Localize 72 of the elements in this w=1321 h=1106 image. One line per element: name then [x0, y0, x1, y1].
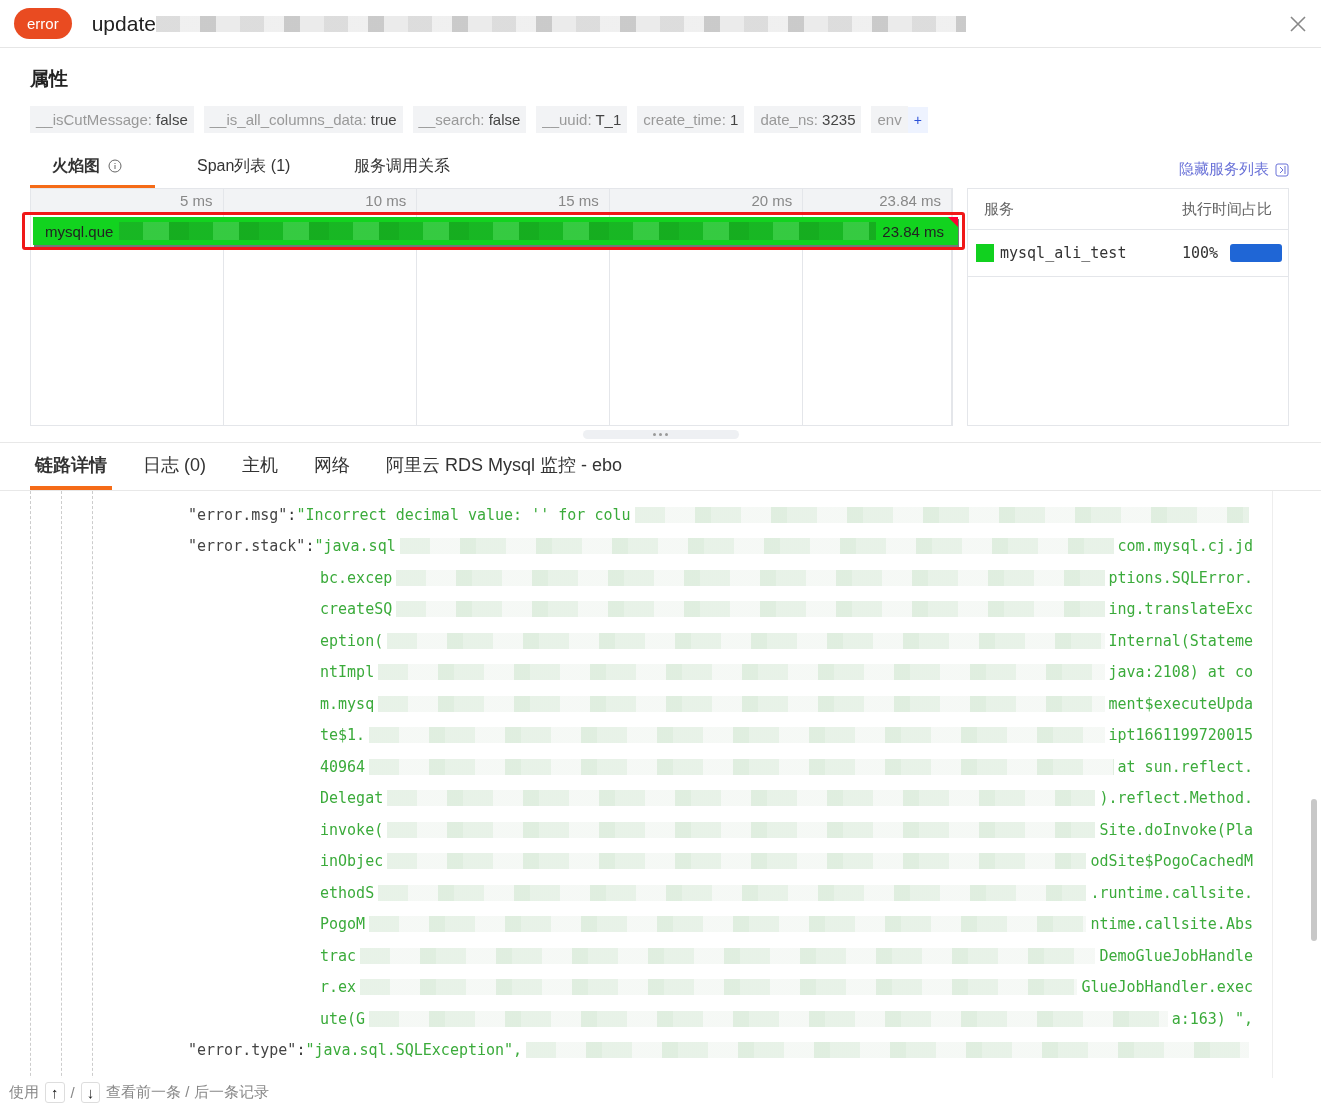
code-line: bc.excep: [320, 568, 393, 587]
detail-tab[interactable]: 网络: [309, 443, 355, 490]
view-tab[interactable]: Span列表 (1): [175, 151, 313, 188]
code-fragment: ing.translateExc: [1108, 600, 1253, 619]
panel-toggle-icon: [1275, 162, 1289, 177]
detail-tab[interactable]: 阿里云 RDS Mysql 监控 - ebo: [381, 443, 628, 490]
attribute-tag: __is_all_columns_data: true: [203, 106, 403, 133]
code-line: eption(: [320, 631, 384, 650]
hint-text: 查看前一条 / 后一条记录: [106, 1082, 269, 1102]
code-fragment: com.mysql.cj.jd: [1117, 537, 1253, 556]
more-tags-button[interactable]: +: [907, 106, 928, 133]
attribute-tag: __search: false: [412, 106, 527, 133]
hint-text: 使用: [9, 1082, 39, 1102]
code-fragment: ntime.callsite.Abs: [1090, 915, 1253, 934]
code-fragment: odSite$PogoCachedM: [1090, 852, 1253, 871]
time-tick: 10 ms: [223, 189, 418, 212]
section-title: 属性: [30, 67, 69, 91]
time-tick: 15 ms: [417, 189, 610, 212]
code-line: trac: [320, 946, 357, 965]
code-line: Delegat: [320, 789, 384, 808]
time-tick: 5 ms: [31, 189, 224, 212]
view-tab[interactable]: 服务调用关系: [332, 151, 473, 188]
code-fragment: a:163) ",: [1171, 1009, 1253, 1028]
span-bar[interactable]: mysql.que 23.84 ms: [33, 217, 958, 245]
attribute-tag: __uuid: T_1: [536, 106, 628, 133]
up-key: ↑: [45, 1081, 65, 1103]
service-name: mysql_ali_test: [1000, 244, 1128, 262]
code-fragment: ptions.SQLError.: [1108, 568, 1253, 587]
code-line: invoke(: [320, 820, 384, 839]
column-header: 执行时间占比: [1182, 199, 1272, 219]
column-header: 服务: [984, 199, 1014, 219]
code-line: inObjec: [320, 852, 384, 871]
attribute-tag: create_time: 1: [637, 106, 745, 133]
code-line: "error.type":"java.sql.SQLException",: [188, 1041, 523, 1060]
code-fragment: java:2108) at co: [1108, 663, 1253, 682]
attribute-tag: env: [871, 106, 908, 133]
slash-text: /: [70, 1083, 75, 1101]
detail-tab[interactable]: 日志 (0): [138, 443, 211, 490]
code-fragment: .runtime.callsite.: [1090, 883, 1253, 902]
code-line: m.mysq: [320, 694, 375, 713]
code-line: 40964: [320, 757, 366, 776]
percent-value: 100%: [1181, 244, 1218, 262]
attribute-tag: date_ns: 3235: [754, 106, 862, 133]
hide-services-link[interactable]: 隐藏服务列表: [1179, 160, 1289, 179]
attribute-tag: __isCutMessage: false: [30, 106, 194, 133]
close-icon[interactable]: [1289, 14, 1307, 33]
code-fragment: DemoGlueJobHandle: [1099, 946, 1253, 965]
code-line: ntImpl: [320, 663, 375, 682]
code-line: te$1.: [320, 726, 366, 745]
code-line: r.ex: [320, 978, 357, 997]
code-line: PogoM: [320, 915, 366, 934]
time-tick: 23.84 ms: [803, 189, 952, 212]
code-fragment: ment$executeUpda: [1108, 694, 1253, 713]
resize-handle[interactable]: [582, 429, 739, 439]
code-fragment: ).reflect.Method.: [1099, 789, 1253, 808]
detail-tab[interactable]: 链路详情: [30, 443, 112, 490]
code-fragment: GlueJobHandler.exec: [1081, 978, 1253, 997]
code-line: ute(G: [320, 1009, 366, 1028]
trace-title: update: [91, 11, 156, 36]
time-tick: 20 ms: [609, 189, 804, 212]
code-fragment: at sun.reflect.: [1117, 757, 1253, 776]
code-line: createSQ: [320, 600, 393, 619]
code-line: ethodS: [320, 883, 375, 902]
code-fragment: ipt1661199720015: [1108, 726, 1253, 745]
code-fragment: Site.doInvoke(Pla: [1099, 820, 1253, 839]
code-fragment: Internal(Stateme: [1108, 631, 1253, 650]
detail-tab[interactable]: 主机: [237, 443, 283, 490]
error-badge: error: [14, 8, 72, 39]
code-line: "error.msg":"Incorrect decimal value: '' for colu: [188, 505, 631, 524]
down-key: ↓: [80, 1081, 101, 1103]
scrollbar-thumb[interactable]: [1311, 799, 1317, 941]
code-line: "error.stack":"java.sql: [188, 537, 396, 556]
